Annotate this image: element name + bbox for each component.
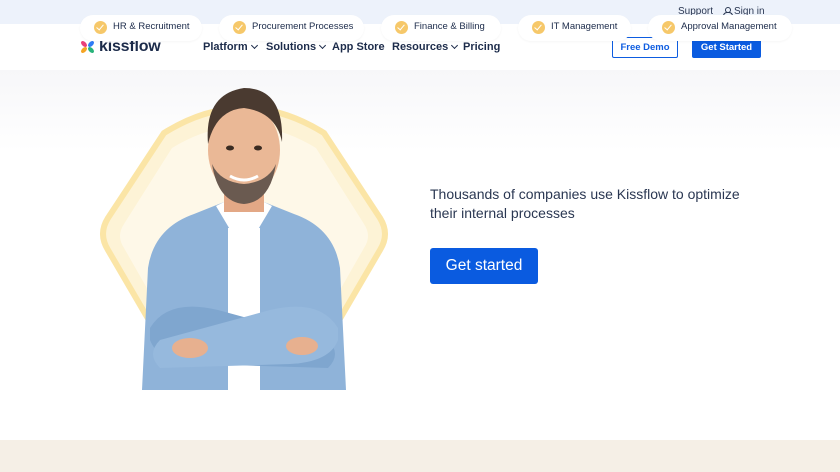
hero-tagline: Thousands of companies use Kissflow to o… [430,186,740,221]
category-label: IT Management [551,21,618,32]
category-label: Finance & Billing [414,21,485,32]
category-strip [0,440,840,472]
nav-item-label: Solutions [266,41,317,53]
nav-item-label: Platform [203,41,248,53]
category-label: Approval Management [681,21,777,32]
check-icon [662,21,675,34]
category-pill-approval[interactable]: Approval Management [648,15,792,41]
get-started-hero-button[interactable]: Get started [430,248,538,284]
nav-item-pricing[interactable]: Pricing [463,41,500,53]
category-pill-hr[interactable]: HR & Recruitment [80,15,202,41]
category-pill-it[interactable]: IT Management [518,15,631,41]
hero-person-image [100,88,388,390]
nav-item-label: App Store [332,41,385,53]
check-icon [395,21,408,34]
category-label: Procurement Processes [252,21,354,32]
check-icon [94,21,107,34]
chevron-down-icon [250,41,258,50]
nav-item-resources[interactable]: Resources [392,41,459,53]
category-pill-procurement[interactable]: Procurement Processes [219,15,364,41]
nav-item-label: Pricing [463,41,501,53]
category-pill-finance[interactable]: Finance & Billing [381,15,501,41]
nav-item-app-store[interactable]: App Store [332,41,385,53]
kissflow-logo-icon [81,41,94,53]
nav-item-platform[interactable]: Platform [203,41,258,53]
check-icon [532,21,545,34]
check-icon [233,21,246,34]
chevron-down-icon [319,41,327,50]
category-label: HR & Recruitment [113,21,190,32]
nav-item-solutions[interactable]: Solutions [266,41,327,53]
chevron-down-icon [451,41,459,50]
nav-item-label: Resources [392,41,449,53]
